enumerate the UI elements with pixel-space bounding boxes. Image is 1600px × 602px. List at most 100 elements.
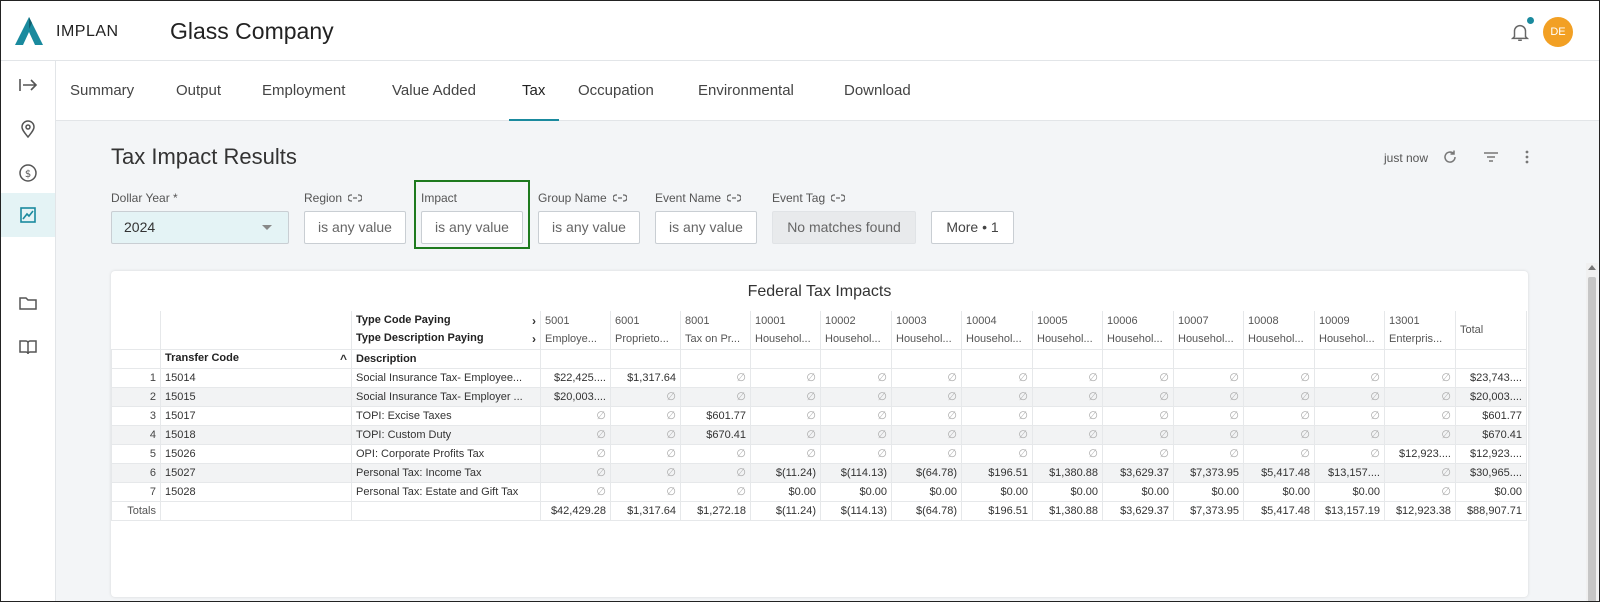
column-description[interactable]: Tax on Pr... (680, 330, 751, 349)
filter-lines-icon[interactable] (1482, 148, 1500, 166)
column-code[interactable]: 8001 (680, 311, 751, 330)
row-total-cell: $0.00 (1455, 481, 1527, 502)
column-code[interactable]: 6001 (610, 311, 681, 330)
column-code[interactable]: 10006 (1102, 311, 1174, 330)
tab-employment[interactable]: Employment (262, 61, 345, 121)
table-row[interactable]: 2 15015 Social Insurance Tax- Employer ...… (111, 386, 1527, 407)
header-blank (540, 348, 611, 369)
null-value-cell: ∅ (540, 481, 611, 502)
table-row[interactable]: 5 15026 OPI: Corporate Profits Tax ∅ ∅ ∅ ∅ ∅ ∅ ∅ ∅… (111, 443, 1527, 464)
sidebar-item-docs[interactable] (1, 325, 55, 369)
header-row-fields: Transfer Code ^ Description (111, 348, 1527, 369)
column-code[interactable]: 10003 (891, 311, 962, 330)
tab-download[interactable]: Download (844, 61, 911, 121)
column-description[interactable]: Househol... (820, 330, 892, 349)
link-icon[interactable] (348, 191, 363, 205)
null-value-cell: ∅ (610, 462, 681, 483)
table-row[interactable]: 4 15018 TOPI: Custom Duty ∅ ∅ $670.41 ∅ ∅ ∅ ∅ ∅ ∅ ∅ ∅… (111, 424, 1527, 445)
column-description[interactable]: Househol... (1102, 330, 1174, 349)
transfer-code-cell: 15018 (160, 424, 352, 445)
column-description[interactable]: Househol... (1173, 330, 1244, 349)
value-cell: $0.00 (891, 481, 962, 502)
null-value-cell: ∅ (1102, 386, 1174, 407)
null-value-cell: ∅ (1173, 386, 1244, 407)
row-total-cell: $30,965.... (1455, 462, 1527, 483)
implan-logo-icon (15, 17, 43, 45)
event-tag-filter: No matches found (772, 211, 916, 244)
table-row[interactable]: 6 15027 Personal Tax: Income Tax ∅ ∅ ∅ $(11.24… (111, 462, 1527, 483)
column-code[interactable]: 13001 (1384, 311, 1456, 330)
chevron-right-icon[interactable]: › (532, 332, 536, 346)
column-description[interactable]: Househol... (961, 330, 1033, 349)
null-value-cell: ∅ (961, 443, 1033, 464)
column-description[interactable]: Househol... (1314, 330, 1385, 349)
tab-environmental[interactable]: Environmental (698, 61, 794, 121)
transfer-code-header[interactable]: Transfer Code ^ (160, 348, 352, 369)
dollar-year-select[interactable]: 2024 (111, 211, 289, 244)
link-icon[interactable] (727, 191, 742, 205)
description-header[interactable]: Description (351, 348, 541, 369)
federal-tax-impacts-card: Federal Tax Impacts Type Code Paying › 500… (111, 271, 1528, 597)
column-description[interactable]: Househol... (750, 330, 821, 349)
total-column-header[interactable]: Total (1455, 311, 1527, 349)
column-description[interactable]: Proprieto... (610, 330, 681, 349)
column-description[interactable]: Enterpris... (1384, 330, 1456, 349)
sidebar-item-results[interactable] (1, 193, 55, 237)
scrollbar-thumb[interactable] (1588, 277, 1596, 601)
scroll-up-arrow-icon[interactable] (1588, 265, 1596, 270)
column-code[interactable]: 5001 (540, 311, 611, 330)
link-icon[interactable] (831, 191, 846, 205)
chevron-up-icon[interactable]: ^ (340, 352, 347, 366)
column-description[interactable]: Househol... (891, 330, 962, 349)
tab-summary[interactable]: Summary (70, 61, 134, 121)
avatar[interactable]: DE (1543, 17, 1573, 47)
totals-blank (351, 500, 541, 521)
null-value-cell: ∅ (891, 443, 962, 464)
column-description[interactable]: Employe... (540, 330, 611, 349)
chevron-right-icon[interactable]: › (532, 314, 536, 328)
app-window: IMPLAN Glass Company DE $ Summary Output… (0, 0, 1600, 602)
header-blank (961, 348, 1033, 369)
table-row[interactable]: 7 15028 Personal Tax: Estate and Gift Tax ∅… (111, 481, 1527, 502)
region-filter[interactable]: is any value (304, 211, 406, 244)
null-value-cell: ∅ (1384, 462, 1456, 483)
null-value-cell: ∅ (680, 462, 751, 483)
column-code[interactable]: 10005 (1032, 311, 1103, 330)
more-vertical-icon[interactable] (1518, 148, 1536, 166)
tab-output[interactable]: Output (176, 61, 221, 121)
table-row[interactable]: 1 15014 Social Insurance Tax- Employee... $… (111, 367, 1527, 388)
sidebar-item-location[interactable] (1, 107, 55, 151)
null-value-cell: ∅ (750, 405, 821, 426)
group-name-filter[interactable]: is any value (538, 211, 640, 244)
column-code[interactable]: 10004 (961, 311, 1033, 330)
null-value-cell: ∅ (891, 424, 962, 445)
group-name-label: Group Name (538, 191, 627, 205)
event-name-filter[interactable]: is any value (655, 211, 757, 244)
null-value-cell: ∅ (540, 424, 611, 445)
link-icon[interactable] (612, 191, 627, 205)
description-cell: TOPI: Custom Duty (351, 424, 541, 445)
type-code-header[interactable]: Type Code Paying › (351, 311, 541, 330)
expand-sidebar-button[interactable] (1, 63, 55, 107)
column-code[interactable]: 10009 (1314, 311, 1385, 330)
null-value-cell: ∅ (610, 405, 681, 426)
type-desc-header[interactable]: Type Description Paying › (351, 330, 541, 349)
sidebar-item-projects[interactable] (1, 281, 55, 325)
tab-tax[interactable]: Tax (508, 61, 560, 121)
more-filters-button[interactable]: More • 1 (931, 211, 1014, 244)
table-row[interactable]: 3 15017 TOPI: Excise Taxes ∅ ∅ $601.77 ∅ ∅ ∅ ∅ ∅ ∅ ∅… (111, 405, 1527, 426)
column-description[interactable]: Househol... (1032, 330, 1103, 349)
notification-bell-icon[interactable] (1509, 21, 1531, 43)
column-total-cell: $196.51 (961, 500, 1033, 521)
column-code[interactable]: 10002 (820, 311, 892, 330)
impact-filter[interactable]: is any value (421, 211, 523, 244)
column-code[interactable]: 10007 (1173, 311, 1244, 330)
column-code[interactable]: 10001 (750, 311, 821, 330)
tab-occupation[interactable]: Occupation (578, 61, 654, 121)
column-code[interactable]: 10008 (1243, 311, 1315, 330)
column-description[interactable]: Househol... (1243, 330, 1315, 349)
null-value-cell: ∅ (1032, 367, 1103, 388)
sidebar-item-dollar[interactable]: $ (1, 151, 55, 195)
tab-value-added[interactable]: Value Added (392, 61, 476, 121)
refresh-icon[interactable] (1441, 148, 1459, 166)
